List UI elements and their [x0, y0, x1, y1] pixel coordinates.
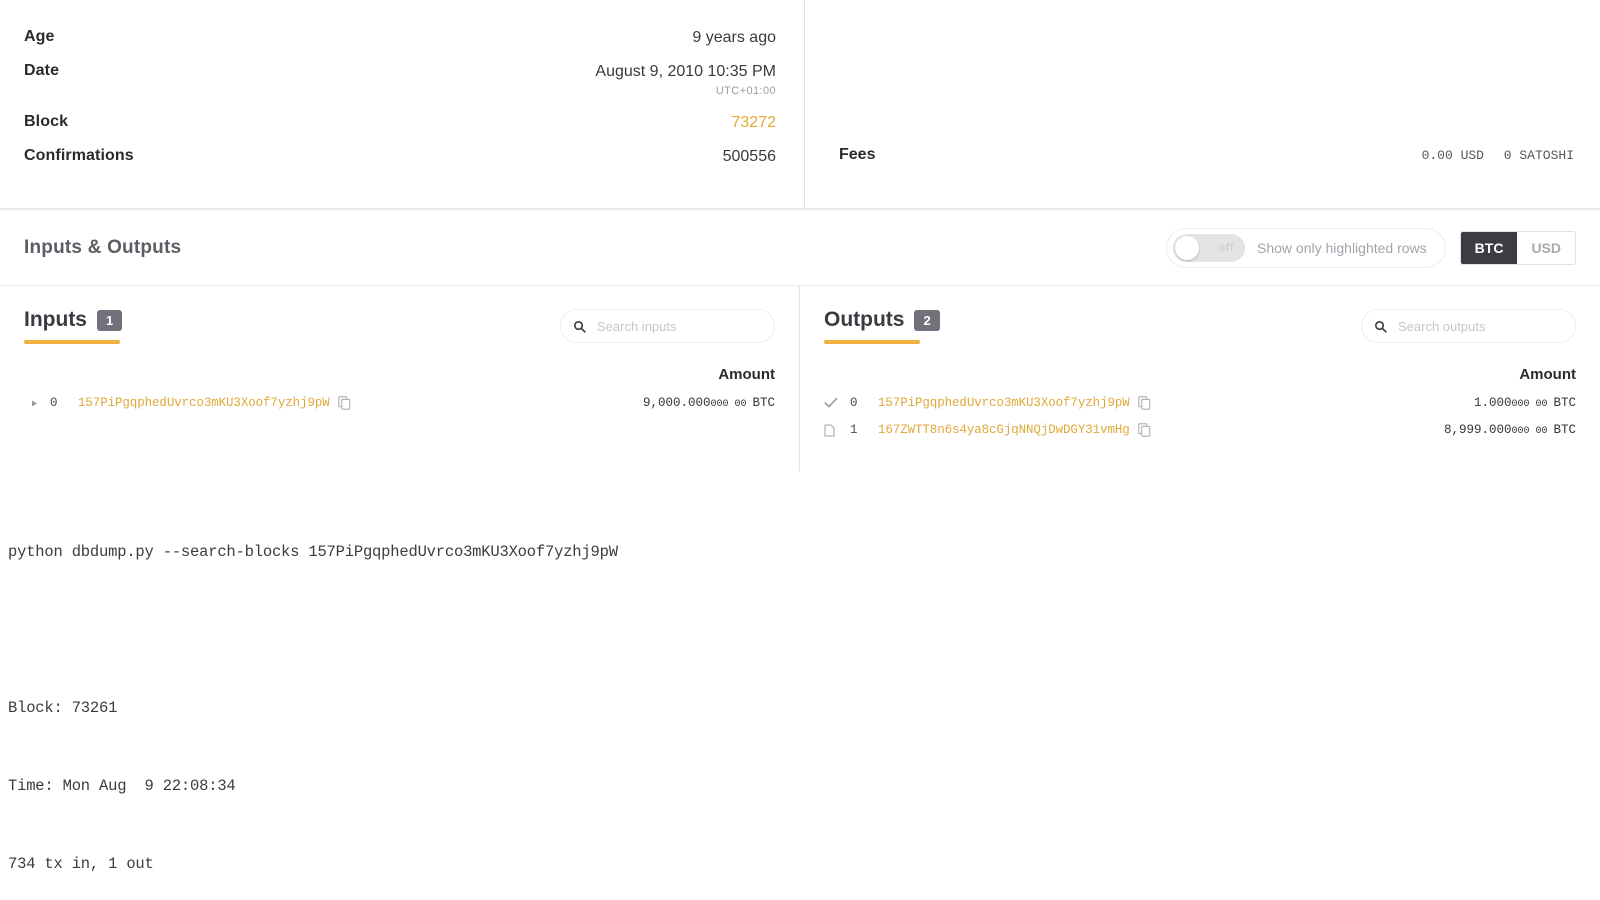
switch-knob	[1175, 235, 1199, 260]
output-amount-major: 1.000	[1473, 396, 1512, 410]
table-row[interactable]: 0 157PiPgqphedUvrco3mKU3Xoof7yzhj9pW 1.0…	[824, 396, 1576, 410]
output-index: 0	[850, 396, 858, 410]
outputs-count-badge: 2	[914, 309, 940, 331]
currency-segmented-control[interactable]: BTC USD	[1459, 230, 1576, 265]
outputs-amount-column-header: Amount	[1519, 366, 1576, 383]
inputs-column-header: Inputs 1	[24, 308, 775, 344]
inputs-column: Inputs 1 Amount	[0, 286, 800, 471]
fees-label: Fees	[839, 146, 876, 163]
outputs-search-input[interactable]	[1396, 317, 1563, 335]
currency-option-usd[interactable]: USD	[1517, 231, 1575, 264]
output-amount: 8,999.000000 00 BTC	[1444, 423, 1576, 437]
check-icon	[824, 397, 850, 409]
inputs-title: Inputs	[24, 308, 87, 331]
summary-left-column: Age 9 years ago Date August 9, 2010 10:3…	[0, 0, 805, 208]
input-amount-major: 9,000.000	[642, 396, 711, 410]
output-address-link[interactable]: 167ZWTT8n6s4ya8cGjqNNQjDwDGY31vmHg	[878, 423, 1130, 437]
spent-arrow-icon	[24, 398, 50, 409]
table-row[interactable]: 0 157PiPgqphedUvrco3mKU3Xoof7yzhj9pW 9,0…	[24, 396, 775, 410]
date-timezone: UTC+01:00	[715, 85, 776, 97]
highlighted-rows-switch[interactable]: off	[1173, 233, 1245, 262]
outputs-column: Outputs 2 Amount	[800, 286, 1600, 471]
output-amount: 1.000000 00 BTC	[1474, 396, 1576, 410]
inputs-active-underline	[24, 340, 120, 344]
output-index: 1	[850, 423, 858, 437]
output-amount-minor: 000 00	[1511, 399, 1548, 410]
date-label: Date	[24, 62, 60, 79]
dump-line: python dbdump.py --search-blocks 157PiPg…	[8, 543, 618, 561]
inputs-title-line: Inputs 1	[24, 308, 123, 332]
fees-satoshi-value: 0 SATOSHI	[1503, 147, 1574, 163]
inputs-amount-column-header: Amount	[718, 366, 775, 383]
input-amount-minor: 000 00	[710, 399, 747, 410]
date-value-text: August 9, 2010 10:35 PM	[595, 63, 776, 80]
highlighted-rows-toggle-group[interactable]: off Show only highlighted rows	[1166, 227, 1446, 268]
summary-row-date: Date August 9, 2010 10:35 PM UTC+01:00	[24, 62, 776, 99]
output-amount-unit: BTC	[1553, 423, 1576, 437]
unspent-doc-icon	[824, 423, 850, 437]
highlighted-rows-label: Show only highlighted rows	[1257, 239, 1427, 256]
copy-icon[interactable]	[1137, 423, 1151, 437]
summary-row-age: Age 9 years ago	[24, 28, 776, 48]
input-address-link[interactable]: 157PiPgqphedUvrco3mKU3Xoof7yzhj9pW	[78, 396, 330, 410]
output-address-link[interactable]: 157PiPgqphedUvrco3mKU3Xoof7yzhj9pW	[878, 396, 1130, 410]
table-row[interactable]: 1 167ZWTT8n6s4ya8cGjqNNQjDwDGY31vmHg 8,9…	[824, 423, 1576, 437]
dump-line-blank	[8, 617, 1592, 643]
outputs-column-header: Outputs 2	[824, 308, 1576, 344]
summary-row-block: Block 73272	[24, 113, 776, 133]
dump-line: Block: 73261	[8, 699, 118, 717]
dump-line: Time: Mon Aug 9 22:08:34	[8, 777, 236, 795]
inputs-title-block: Inputs 1	[24, 308, 123, 344]
summary-row-confirmations: Confirmations 500556	[24, 147, 776, 167]
inputs-outputs-title: Inputs & Outputs	[24, 236, 182, 258]
inputs-search-input[interactable]	[595, 317, 762, 335]
output-amount-major: 8,999.000	[1443, 423, 1512, 437]
currency-option-btc[interactable]: BTC	[1460, 231, 1518, 264]
search-icon	[573, 320, 586, 333]
outputs-title-block: Outputs 2	[824, 308, 940, 344]
input-amount: 9,000.000000 00 BTC	[643, 396, 775, 410]
age-value: 9 years ago	[692, 29, 776, 46]
search-icon	[1374, 320, 1387, 333]
outputs-title: Outputs	[824, 308, 905, 331]
outputs-search-box[interactable]	[1361, 309, 1576, 343]
input-index: 0	[50, 396, 58, 410]
fees-row: Fees 0.00 USD 0 SATOSHI	[839, 146, 1580, 164]
age-label: Age	[24, 28, 55, 45]
confirmations-value: 500556	[722, 147, 776, 165]
switch-state-label: off	[1218, 241, 1234, 254]
copy-icon[interactable]	[1137, 396, 1151, 410]
dbdump-output: python dbdump.py --search-blocks 157PiPg…	[0, 471, 1600, 900]
copy-icon[interactable]	[337, 396, 351, 410]
summary-right-column: Fees 0.00 USD 0 SATOSHI	[805, 0, 1600, 208]
block-height-link[interactable]: 73272	[732, 113, 777, 133]
confirmations-label: Confirmations	[24, 146, 134, 164]
dump-line: 734 tx in, 1 out	[8, 855, 154, 873]
input-amount-unit: BTC	[752, 396, 775, 410]
inputs-outputs-header: Inputs & Outputs off Show only highlight…	[0, 210, 1600, 286]
inputs-outputs-controls: off Show only highlighted rows BTC USD	[1166, 227, 1576, 268]
inputs-search-box[interactable]	[560, 309, 775, 343]
inputs-outputs-body: Inputs 1 Amount	[0, 286, 1600, 471]
fees-usd-value: 0.00 USD	[1421, 147, 1484, 163]
inputs-count-badge: 1	[97, 309, 123, 331]
outputs-active-underline	[824, 340, 920, 344]
outputs-title-line: Outputs 2	[824, 308, 940, 332]
transaction-detail-page: Age 9 years ago Date August 9, 2010 10:3…	[0, 0, 1600, 900]
block-label: Block	[24, 112, 69, 130]
output-amount-unit: BTC	[1553, 396, 1576, 410]
transaction-summary: Age 9 years ago Date August 9, 2010 10:3…	[0, 0, 1600, 210]
date-value: August 9, 2010 10:35 PM UTC+01:00	[595, 62, 776, 99]
output-amount-minor: 000 00	[1511, 426, 1548, 437]
